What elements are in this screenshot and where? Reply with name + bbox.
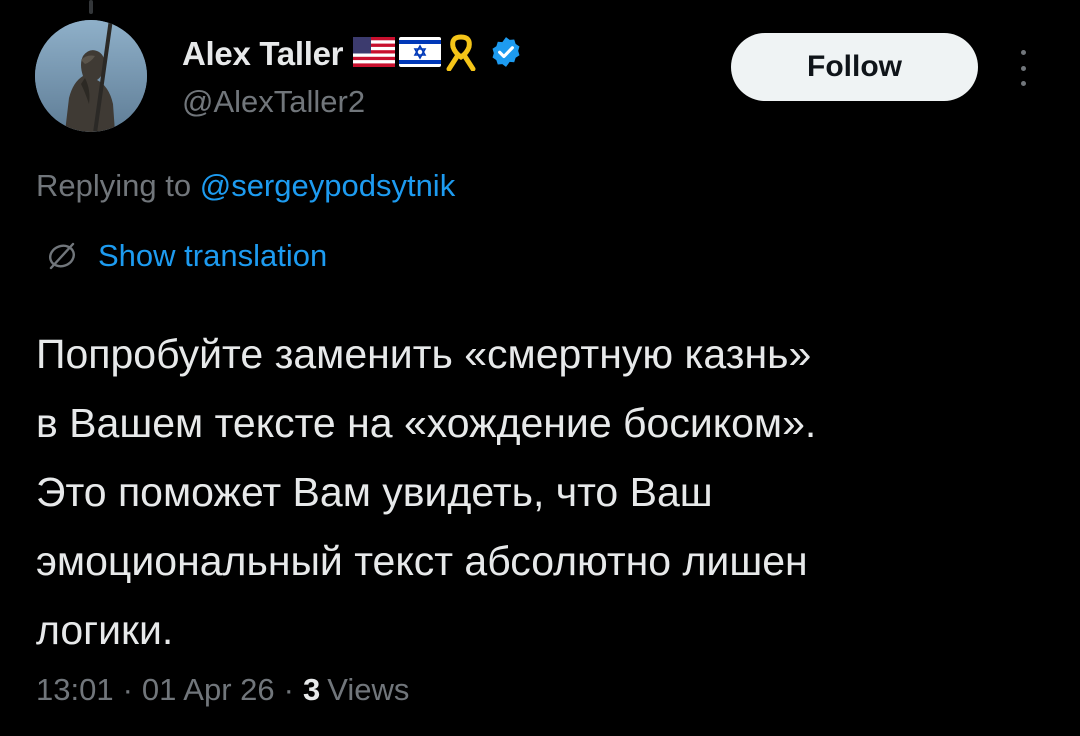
- tweet-body: Попробуйте заменить «смертную казнь» в Ва…: [36, 320, 1046, 665]
- reply-mention-link[interactable]: @sergeypodsytnik: [200, 168, 455, 203]
- tweet-metadata: 13:01 · 01 Apr 26 · 3 Views: [36, 672, 409, 708]
- more-options-dot: [1020, 65, 1026, 71]
- show-translation-link[interactable]: Show translation: [46, 238, 327, 274]
- views-count[interactable]: 3: [303, 672, 320, 708]
- tweet-time[interactable]: 13:01: [36, 672, 114, 708]
- tweet-date[interactable]: 01 Apr 26: [142, 672, 275, 708]
- show-translation-label[interactable]: Show translation: [98, 238, 327, 274]
- author-handle[interactable]: @AlexTaller2: [182, 84, 365, 120]
- translate-globe-icon: [46, 240, 78, 272]
- yellow-ribbon-icon: [445, 33, 477, 76]
- more-options-dot: [1020, 81, 1026, 86]
- verified-badge-icon: [489, 35, 523, 74]
- tweet-line: эмоциональный текст абсолютно лишен: [36, 538, 808, 584]
- tweet-line: в Вашем тексте на «хождение босиком».: [36, 400, 817, 446]
- author-name-row[interactable]: Alex Taller: [182, 33, 523, 76]
- reply-context-prefix: Replying to: [36, 168, 192, 203]
- follow-button[interactable]: Follow: [731, 33, 978, 101]
- more-options-dot: [1020, 50, 1026, 55]
- meta-separator: ·: [122, 672, 133, 707]
- tweet-line: логики.: [36, 607, 174, 653]
- more-options-icon[interactable]: [1008, 46, 1038, 90]
- tweet-line: Попробуйте заменить «смертную казнь»: [36, 331, 812, 377]
- us-flag-icon: [353, 36, 396, 72]
- avatar[interactable]: [35, 20, 147, 132]
- thread-connector-line: [89, 0, 93, 14]
- tweet-line: Это поможет Вам увидеть, что Ваш: [36, 469, 713, 515]
- meta-separator: ·: [283, 672, 294, 707]
- reply-context: Replying to @sergeypodsytnik: [36, 168, 455, 204]
- israel-flag-icon: [399, 36, 442, 72]
- author-display-name[interactable]: Alex Taller: [182, 35, 343, 73]
- views-label[interactable]: Views: [327, 672, 409, 708]
